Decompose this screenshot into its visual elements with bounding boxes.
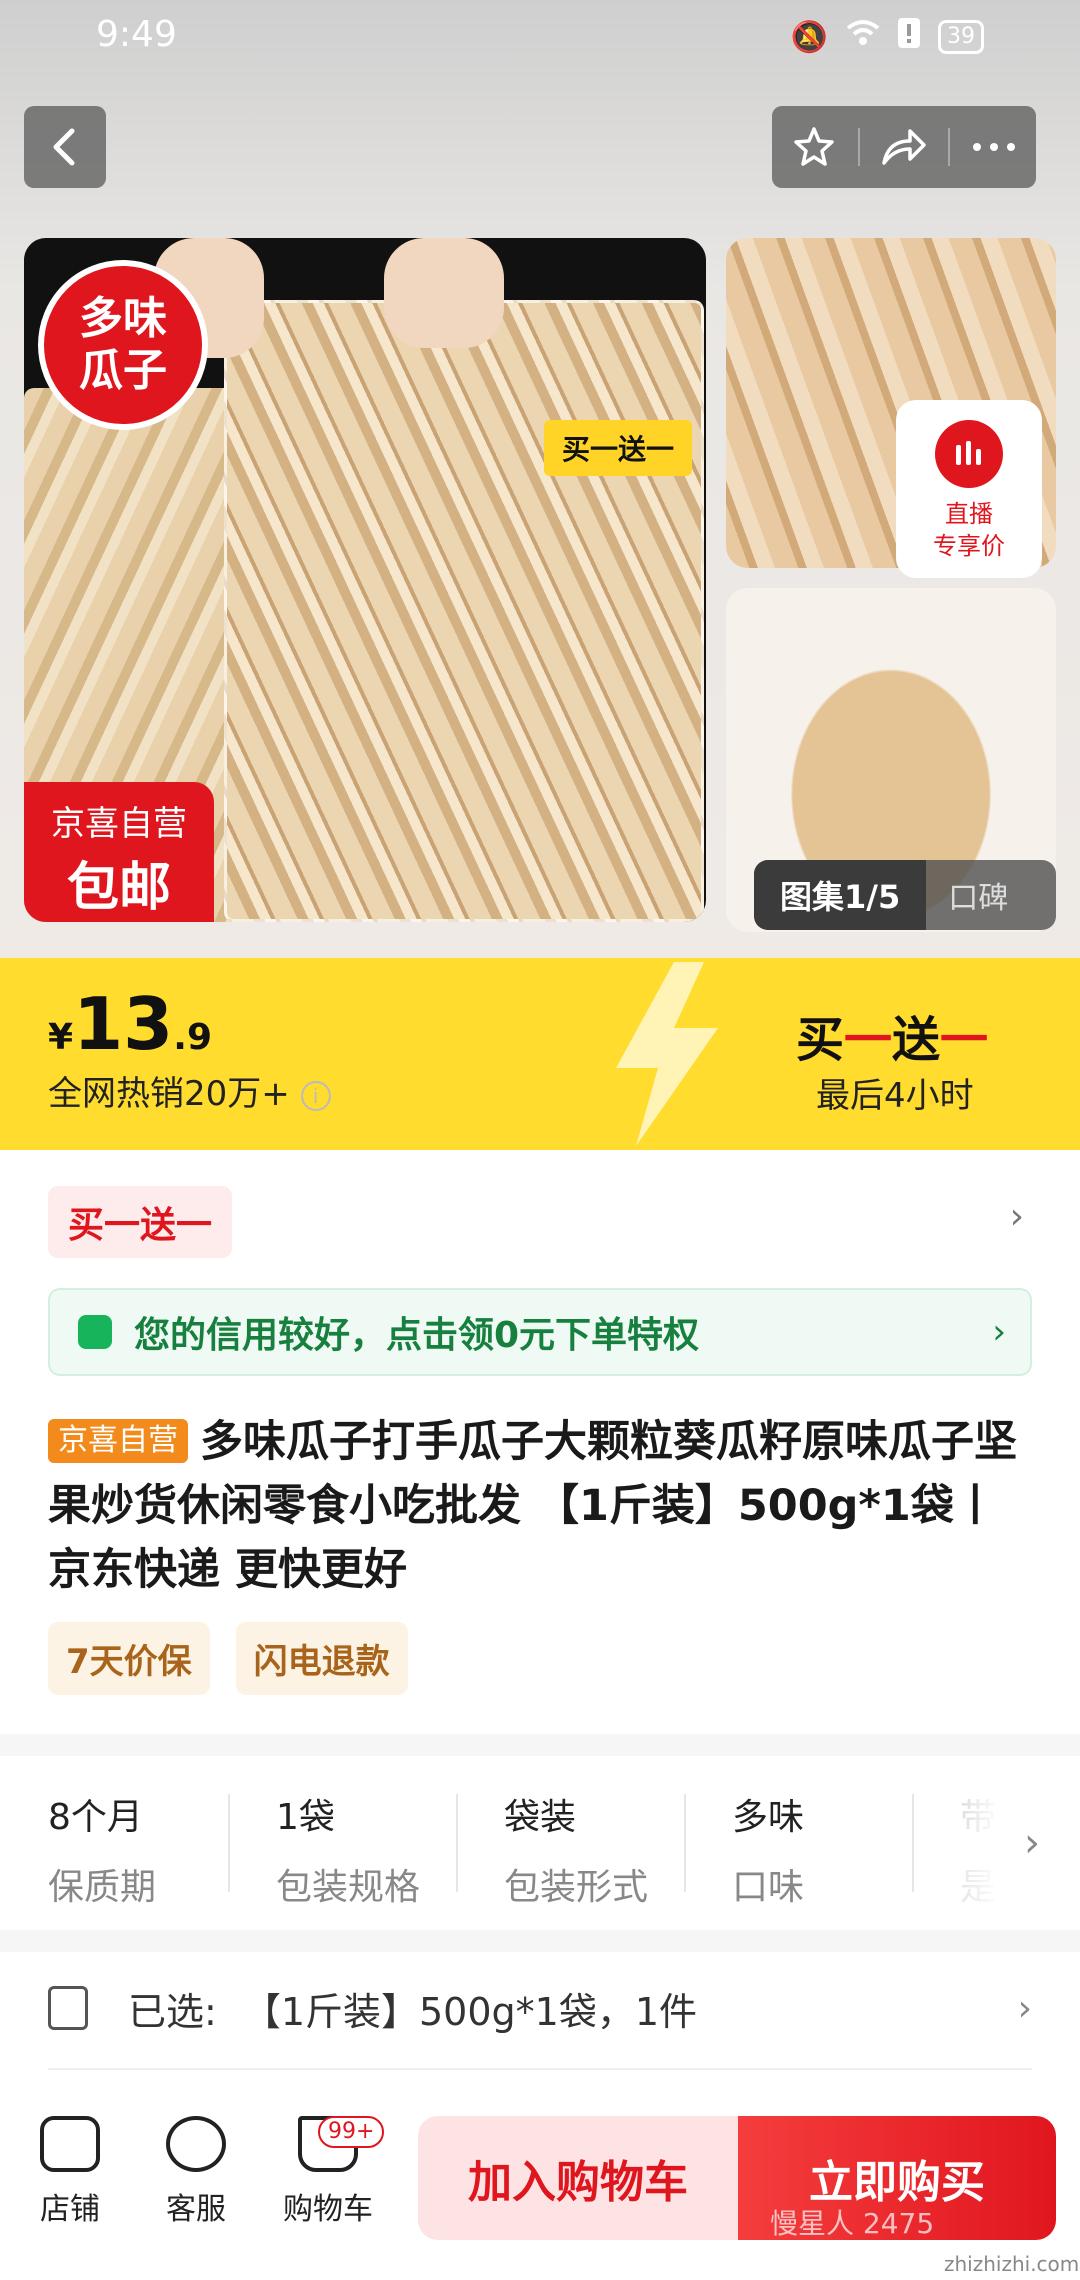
share-icon [882, 129, 926, 165]
gallery-tabs: 图集1/5 口碑 [754, 860, 1056, 930]
watermark: 慢星人 2475 [770, 2207, 935, 2240]
chevron-right-icon: › [992, 1312, 1006, 1352]
lightning-icon [616, 962, 718, 1146]
spec-item: 袋装 包装形式 [456, 1760, 684, 1930]
checklist-icon [48, 1986, 88, 2030]
product-gallery[interactable]: 9:49 🔕 39 多味 瓜子 买一送一 京喜自营 包邮 直播 专享价 图集1/… [0, 0, 1080, 960]
main-product-image[interactable]: 多味 瓜子 买一送一 京喜自营 包邮 [24, 238, 706, 922]
more-dots-icon [973, 143, 1015, 151]
product-title: 京喜自营 多味瓜子打手瓜子大颗粒葵瓜籽原味瓜子坚果炒货休闲零食小吃批发 【1斤装】… [48, 1417, 1017, 1595]
service-tab[interactable]: 客服 [136, 2116, 256, 2228]
back-button[interactable] [24, 106, 106, 188]
favorite-button[interactable] [774, 125, 854, 169]
flavor-badge: 多味 瓜子 [38, 260, 208, 430]
watermark-site: zhizhizhi.com [944, 2252, 1080, 2276]
price-banner: ¥13.9 全网热销20万+ i 买一送一 最后4小时 [0, 958, 1080, 1150]
credit-banner[interactable]: 您的信用较好，点击领0元下单特权 › [48, 1288, 1032, 1376]
cart-count-badge: 99+ [318, 2116, 385, 2148]
tab-reviews[interactable]: 口碑 [926, 873, 1030, 917]
spec-list[interactable]: 8个月 保质期 1袋 包装规格 袋装 包装形式 多味 口味 带 是 › [0, 1760, 1080, 1930]
spec-item: 1袋 包装规格 [228, 1760, 456, 1930]
wifi-icon [846, 19, 880, 55]
chevron-right-icon[interactable]: › [1010, 1196, 1024, 1237]
sales-count: 全网热销20万+ i [48, 1066, 331, 1115]
status-time: 9:49 [96, 14, 177, 55]
chevron-left-icon [53, 128, 75, 166]
live-price-button[interactable]: 直播 专享价 [896, 400, 1042, 578]
store-icon [40, 2116, 100, 2172]
spec-item: 8个月 保质期 [48, 1797, 157, 1908]
offer-tag[interactable]: 买一送一 [48, 1186, 233, 1258]
chat-icon [166, 2116, 226, 2172]
promo-countdown: 最后4小时 [816, 1076, 974, 1116]
selected-variant-row[interactable]: 已选: 【1斤装】500g*1袋，1件 › [0, 1948, 1080, 2068]
live-icon [935, 420, 1003, 488]
share-button[interactable] [864, 127, 944, 167]
guarantee-price-protect[interactable]: 7天价保 [48, 1622, 210, 1695]
store-tab[interactable]: 店铺 [10, 2116, 130, 2228]
bag-icon [78, 1315, 112, 1349]
info-icon[interactable]: i [300, 1080, 331, 1111]
star-icon [794, 127, 834, 166]
promo-title: 买一送一 [796, 1012, 989, 1068]
jx-free-shipping-badge: 京喜自营 包邮 [24, 782, 214, 922]
guarantee-tags: 7天价保 闪电退款 [48, 1622, 408, 1695]
mute-icon: 🔕 [790, 19, 828, 55]
spec-item: 多味 口味 [684, 1760, 912, 1930]
top-actions [772, 106, 1036, 188]
chevron-right-icon[interactable]: › [1024, 1820, 1040, 1866]
more-button[interactable] [954, 142, 1034, 152]
battery-indicator: 39 [938, 20, 984, 54]
status-bar: 9:49 🔕 39 [0, 0, 1080, 76]
guarantee-fast-refund[interactable]: 闪电退款 [235, 1622, 408, 1695]
add-to-cart-button[interactable]: 加入购物车 [418, 2116, 738, 2240]
chevron-right-icon: › [1017, 1987, 1032, 2029]
store-tag: 京喜自营 [48, 1419, 188, 1463]
tab-gallery[interactable]: 图集1/5 [754, 860, 927, 930]
alert-icon [898, 18, 920, 56]
price: ¥13.9 [48, 982, 212, 1066]
buy-one-get-one-tag: 买一送一 [544, 420, 693, 476]
bottom-action-bar: 店铺 客服 购物车 99+ 加入购物车 立即购买 [0, 2090, 1080, 2280]
